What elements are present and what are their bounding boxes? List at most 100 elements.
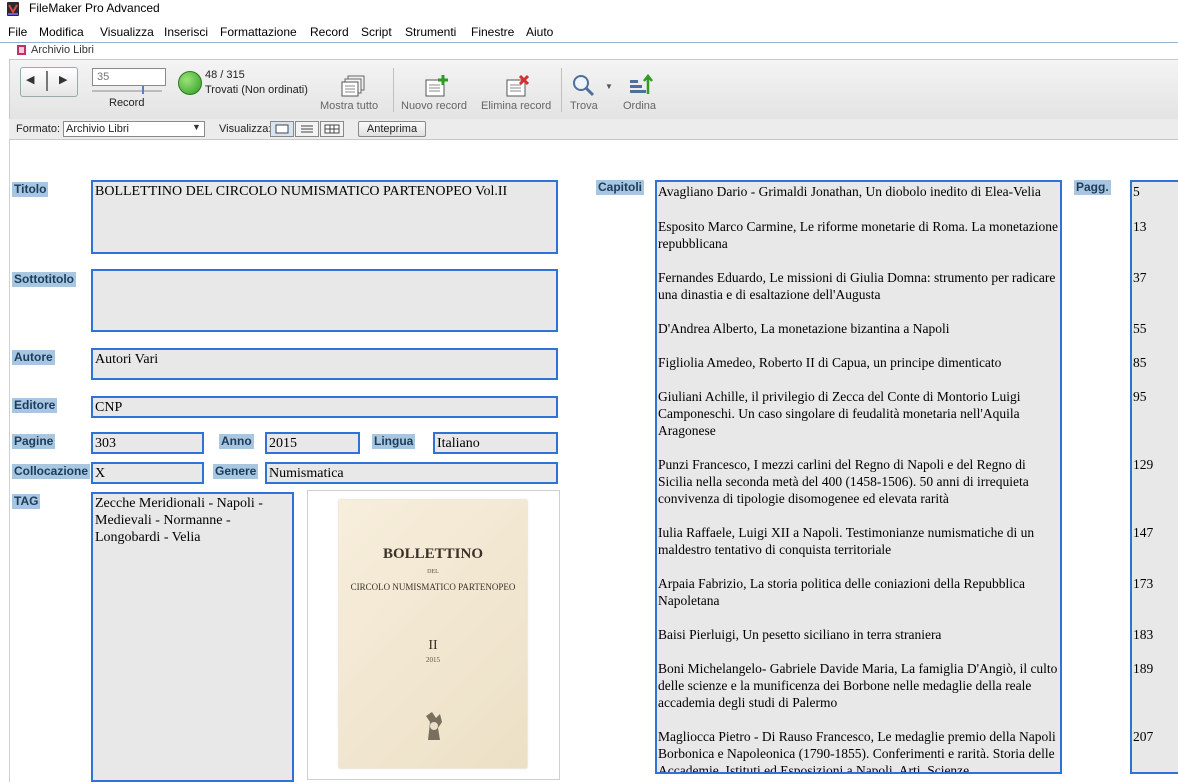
chapter-page[interactable]: 95 xyxy=(1133,388,1147,405)
collocazione-field[interactable]: X xyxy=(91,462,204,484)
menu-inserisci[interactable]: Inserisci xyxy=(164,25,208,39)
title-bar xyxy=(0,0,1178,22)
record-slider-thumb[interactable] xyxy=(142,86,144,94)
found-status: Trovati (Non ordinati) xyxy=(205,84,308,96)
chevron-down-icon[interactable]: ▼ xyxy=(192,122,201,132)
menu-modifica[interactable]: Modifica xyxy=(39,25,84,39)
chapter-row[interactable]: D'Andrea Alberto, La monetazione bizanti… xyxy=(658,320,1058,337)
editore-field[interactable]: CNP xyxy=(91,396,558,418)
autore-label: Autore xyxy=(12,350,55,365)
capitoli-label: Capitoli xyxy=(596,180,644,195)
genere-label: Genere xyxy=(213,464,259,479)
sort-icon[interactable] xyxy=(628,74,654,98)
pagine-field[interactable]: 303 xyxy=(91,432,204,454)
chapter-row[interactable]: Punzi Francesco, I mezzi carlini del Reg… xyxy=(658,456,1058,507)
chapter-page[interactable]: 37 xyxy=(1133,269,1147,286)
chapter-pages-portal[interactable]: 5 13 37 55 85 95 129 147 173 183 189 207 xyxy=(1130,180,1178,774)
chapter-page[interactable]: 55 xyxy=(1133,320,1147,337)
new-record-icon[interactable] xyxy=(424,74,450,98)
menu-file[interactable]: File xyxy=(8,25,27,39)
next-record-icon[interactable]: ▶ xyxy=(59,73,67,86)
cover-year: 2015 xyxy=(426,656,440,664)
delete-record-button[interactable]: Elimina record xyxy=(481,100,551,112)
list-view-icon xyxy=(301,125,313,133)
find-icon[interactable] xyxy=(571,74,595,98)
sort-button[interactable]: Ordina xyxy=(623,100,656,112)
lingua-label: Lingua xyxy=(372,434,416,449)
chapter-row[interactable]: Giuliani Achille, il privilegio di Zecca… xyxy=(658,388,1058,439)
chapter-page[interactable]: 189 xyxy=(1133,660,1153,677)
chapter-page[interactable]: 129 xyxy=(1133,456,1153,473)
show-all-icon[interactable] xyxy=(340,74,366,98)
form-view-button[interactable] xyxy=(270,121,294,137)
anno-label: Anno xyxy=(219,434,254,449)
anno-field[interactable]: 2015 xyxy=(265,432,360,454)
chapter-page[interactable]: 183 xyxy=(1133,626,1153,643)
list-view-button[interactable] xyxy=(295,121,319,137)
editore-label: Editore xyxy=(12,398,58,413)
chapter-page[interactable]: 5 xyxy=(1133,183,1140,200)
tag-label: TAG xyxy=(12,494,41,509)
menu-strumenti[interactable]: Strumenti xyxy=(405,25,456,39)
chapter-row[interactable]: Boni Michelangelo- Gabriele Davide Maria… xyxy=(658,660,1058,711)
table-view-icon xyxy=(324,124,340,134)
chapter-row[interactable]: Figliolia Amedeo, Roberto II di Capua, u… xyxy=(658,354,1058,371)
titolo-field[interactable]: BOLLETTINO DEL CIRCOLO NUMISMATICO PARTE… xyxy=(91,180,558,254)
document-title: Archivio Libri xyxy=(31,44,94,56)
chapter-row[interactable]: Magliocca Pietro - Di Rauso Francesco, L… xyxy=(658,728,1058,772)
show-all-button[interactable]: Mostra tutto xyxy=(320,100,378,112)
lingua-field[interactable]: Italiano xyxy=(433,432,558,454)
sottotitolo-field[interactable] xyxy=(91,269,558,332)
genere-field[interactable]: Numismatica xyxy=(265,462,558,484)
cover-del: DEL xyxy=(427,569,439,575)
table-view-button[interactable] xyxy=(320,121,344,137)
layout-left-border xyxy=(9,140,10,782)
menu-record[interactable]: Record xyxy=(310,25,349,39)
new-record-button[interactable]: Nuovo record xyxy=(401,100,467,112)
collocazione-label: Collocazione xyxy=(12,464,91,479)
previous-record-icon[interactable]: ◀ xyxy=(26,73,34,86)
cover-volume: II xyxy=(428,638,438,653)
sottotitolo-label: Sottotitolo xyxy=(12,272,76,287)
current-record-input[interactable]: 35 xyxy=(92,68,166,86)
chapter-page[interactable]: 173 xyxy=(1133,575,1153,592)
chapter-row[interactable]: Baisi Pierluigi, Un pesetto siciliano in… xyxy=(658,626,1058,643)
toolbar-divider xyxy=(393,68,394,112)
menu-visualizza[interactable]: Visualizza xyxy=(100,25,154,39)
form-view-icon xyxy=(275,124,289,134)
document-icon xyxy=(17,45,26,55)
menu-finestre[interactable]: Finestre xyxy=(471,25,514,39)
pagg-label: Pagg. xyxy=(1074,180,1111,195)
app-title: FileMaker Pro Advanced xyxy=(29,1,160,15)
cover-title: BOLLETTINO xyxy=(382,546,484,562)
chapters-portal[interactable]: Avagliano Dario - Grimaldi Jonathan, Un … xyxy=(655,180,1062,774)
find-button[interactable]: Trova xyxy=(570,100,598,112)
cover-subtitle: CIRCOLO NUMISMATICO PARTENOPEO xyxy=(350,582,516,592)
toolbar-divider xyxy=(561,68,562,112)
found-set-pie-icon[interactable] xyxy=(178,71,202,95)
chapter-row[interactable]: Iulia Raffaele, Luigi XII a Napoli. Test… xyxy=(658,524,1058,558)
menu-formattazione[interactable]: Formattazione xyxy=(220,25,297,39)
layout-select[interactable]: Archivio Libri xyxy=(63,121,205,137)
menu-aiuto[interactable]: Aiuto xyxy=(526,25,553,39)
menu-bar: File Modifica Visualizza Inserisci Forma… xyxy=(0,22,1178,42)
delete-record-icon[interactable] xyxy=(505,74,531,98)
record-slider[interactable] xyxy=(92,90,162,92)
view-as-label: Visualizza: xyxy=(219,123,272,135)
chapter-row[interactable]: Avagliano Dario - Grimaldi Jonathan, Un … xyxy=(658,183,1058,200)
chapter-page[interactable]: 13 xyxy=(1133,218,1147,235)
chapter-row[interactable]: Esposito Marco Carmine, Le riforme monet… xyxy=(658,218,1058,252)
titolo-label: Titolo xyxy=(12,182,49,197)
menu-script[interactable]: Script xyxy=(361,25,392,39)
tag-field[interactable]: Zecche Meridionali - Napoli - Medievali … xyxy=(91,492,294,782)
record-label: Record xyxy=(109,97,145,109)
chapter-page[interactable]: 207 xyxy=(1133,728,1153,745)
autore-field[interactable]: Autori Vari xyxy=(91,348,558,380)
chapter-row[interactable]: Fernandes Eduardo, Le missioni di Giulia… xyxy=(658,269,1058,303)
chapter-page[interactable]: 147 xyxy=(1133,524,1153,541)
chapter-row[interactable]: Arpaia Fabrizio, La storia politica dell… xyxy=(658,575,1058,609)
found-count: 48 / 315 xyxy=(205,69,245,81)
preview-button[interactable]: Anteprima xyxy=(358,121,426,137)
chapter-page[interactable]: 85 xyxy=(1133,354,1147,371)
find-dropdown-icon[interactable]: ▼ xyxy=(605,82,613,91)
